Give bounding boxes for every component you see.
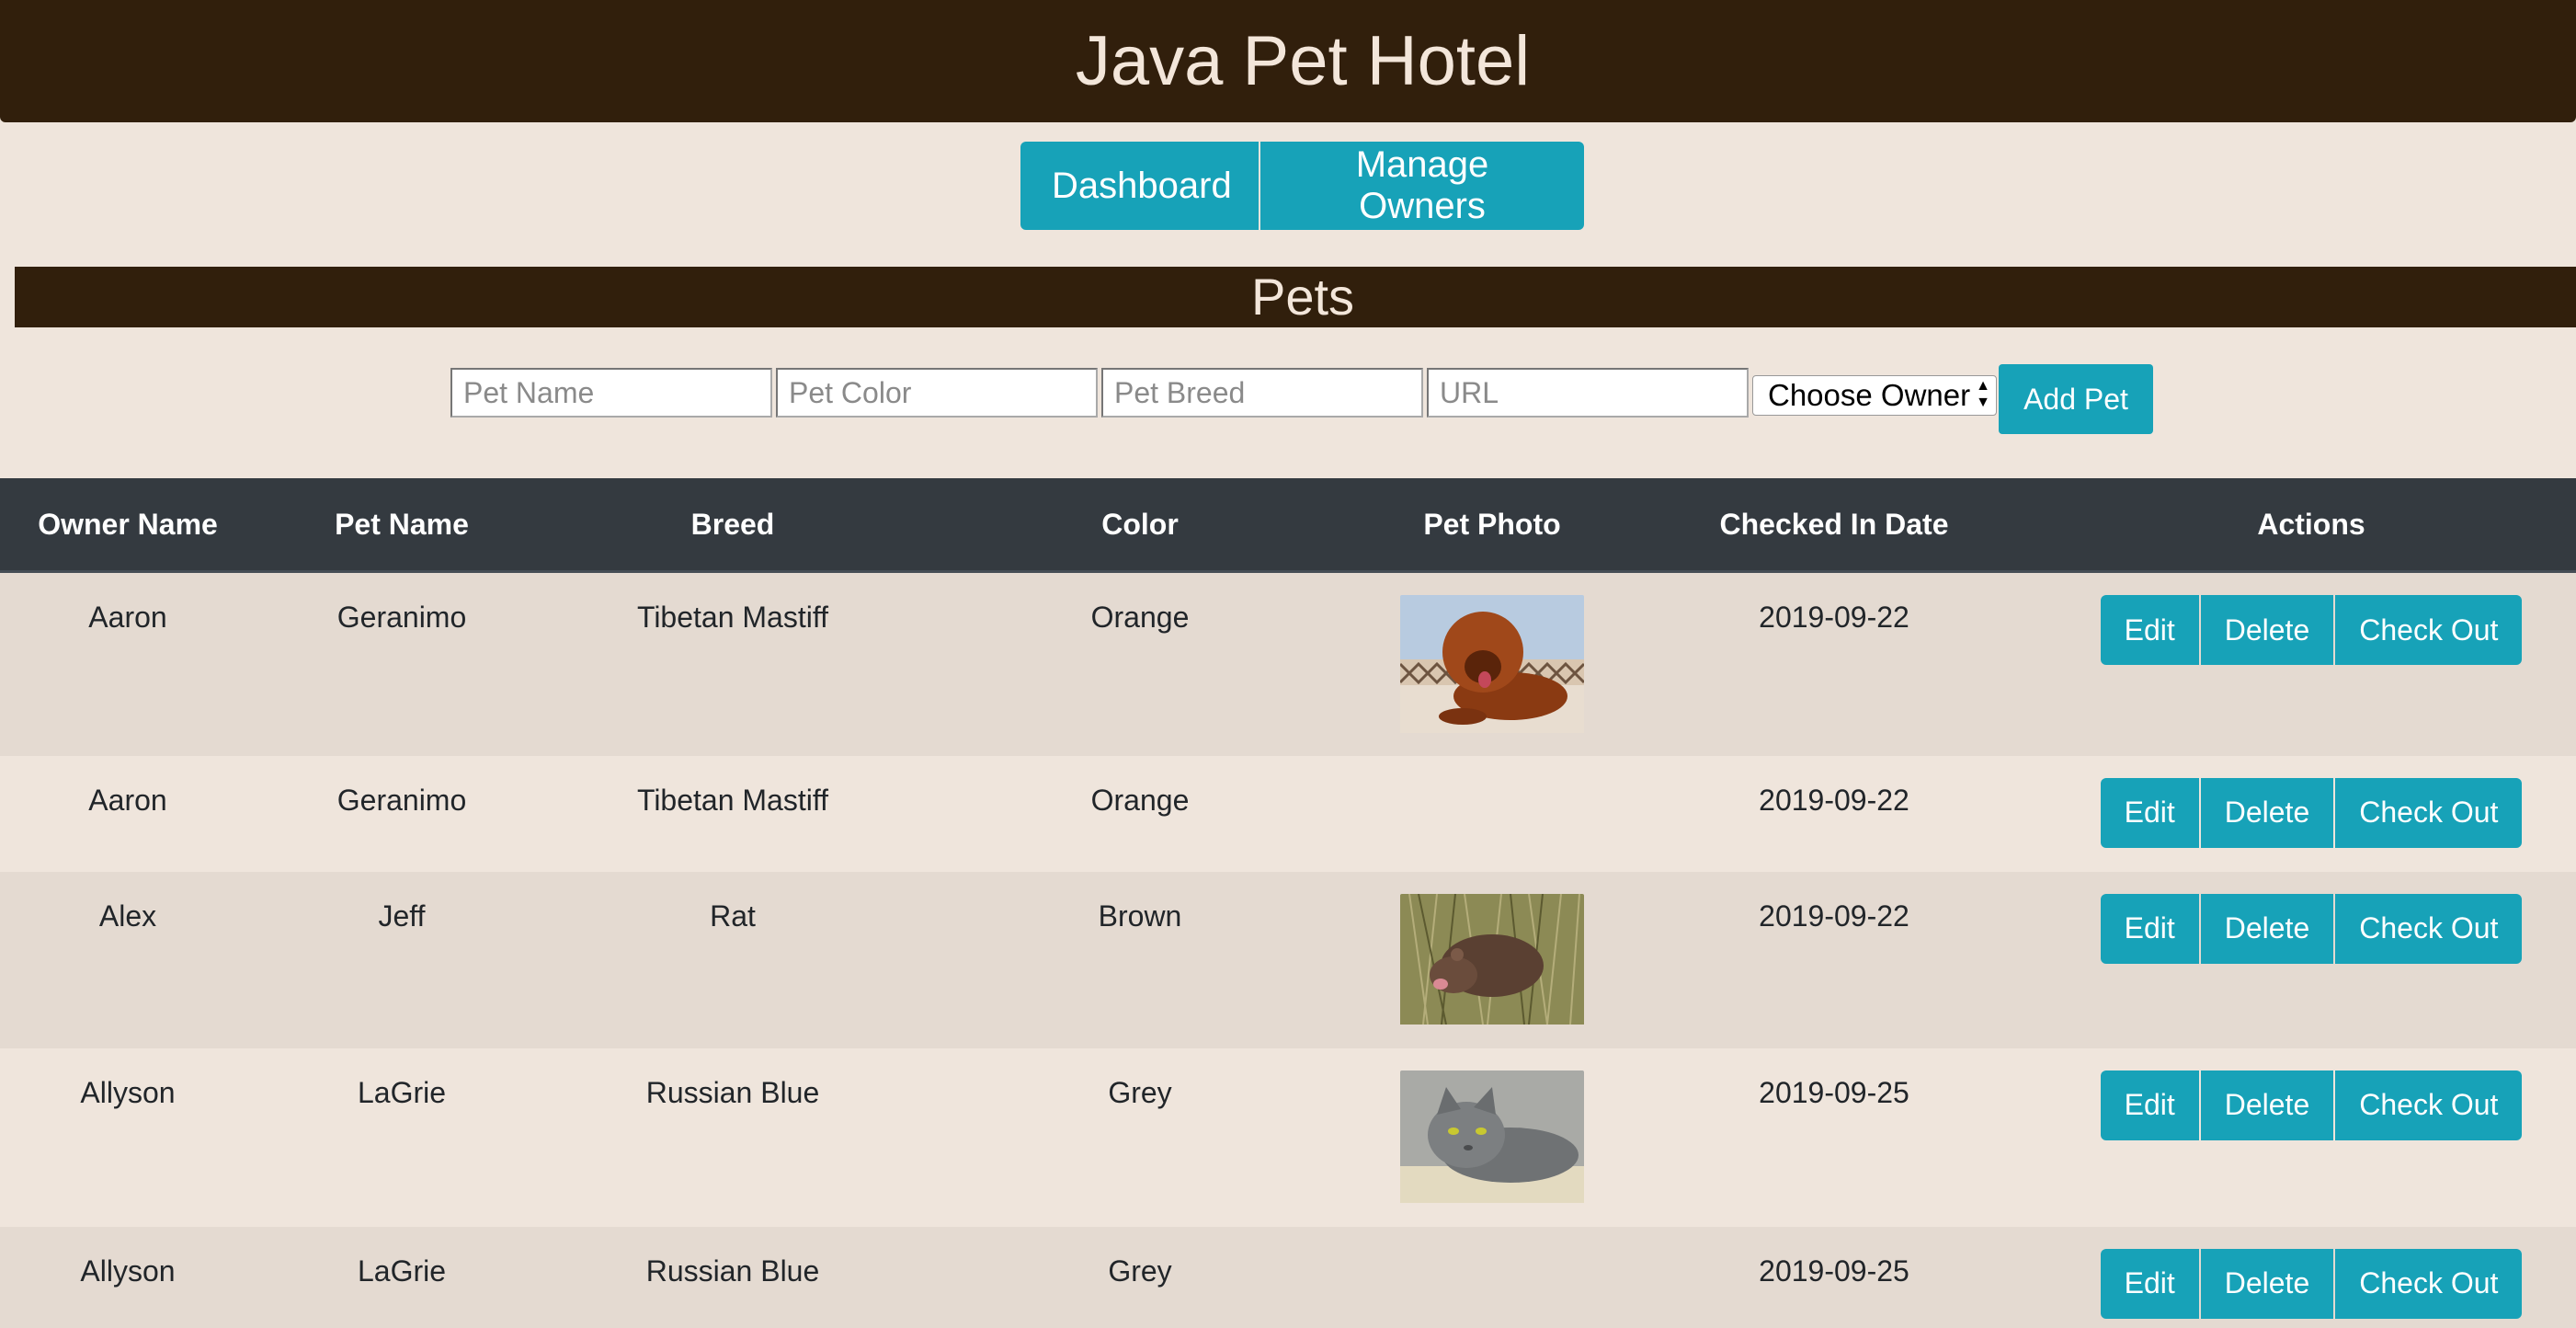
- owner-name-cell: Aaron: [88, 601, 167, 634]
- nav-button-group: Dashboard Manage Owners: [1020, 142, 1584, 230]
- checked-in-date-cell: 2019-09-22: [1759, 899, 1909, 933]
- column-header-owner-name: Owner Name: [0, 478, 256, 573]
- add-pet-button[interactable]: Add Pet: [1999, 364, 2153, 434]
- url-input[interactable]: [1427, 368, 1749, 418]
- column-header-pet-photo: Pet Photo: [1362, 478, 1622, 573]
- cat-photo: [1400, 1070, 1584, 1210]
- check-out-button[interactable]: Check Out: [2335, 595, 2523, 665]
- row-actions: Edit Delete Check Out: [2100, 1248, 2523, 1319]
- delete-button[interactable]: Delete: [2200, 893, 2334, 964]
- pet-name-cell: Geranimo: [336, 783, 467, 817]
- owner-name-cell: Alex: [98, 899, 157, 933]
- column-header-actions: Actions: [2046, 478, 2576, 573]
- edit-button[interactable]: Edit: [2100, 595, 2199, 665]
- pet-photo-cell-empty: [1362, 756, 1622, 872]
- pets-table: Owner Name Pet Name Breed Color Pet Phot…: [0, 478, 2576, 1328]
- edit-button[interactable]: Edit: [2100, 1070, 2199, 1140]
- color-cell: Brown: [1098, 899, 1182, 933]
- checked-in-date-cell: 2019-09-25: [1759, 1254, 1909, 1288]
- table-header-row: Owner Name Pet Name Breed Color Pet Phot…: [0, 478, 2576, 573]
- dashboard-button[interactable]: Dashboard: [1020, 142, 1259, 230]
- owner-select-value: Choose Owner: [1768, 378, 1971, 412]
- checked-in-date-cell: 2019-09-25: [1759, 1075, 1909, 1109]
- color-cell: Orange: [1090, 783, 1190, 817]
- breed-cell: Tibetan Mastiff: [636, 783, 829, 817]
- table-row: Allyson LaGrie Russian Blue Grey 2019-09…: [0, 1048, 2576, 1227]
- check-out-button[interactable]: Check Out: [2335, 777, 2523, 848]
- delete-button[interactable]: Delete: [2200, 1248, 2334, 1319]
- breed-cell: Tibetan Mastiff: [636, 601, 829, 634]
- pet-photo-cell-empty: [1362, 1227, 1622, 1328]
- delete-button[interactable]: Delete: [2200, 777, 2334, 848]
- pet-breed-input[interactable]: [1101, 368, 1423, 418]
- color-cell: Grey: [1108, 1254, 1172, 1288]
- row-actions: Edit Delete Check Out: [2100, 1070, 2523, 1140]
- row-actions: Edit Delete Check Out: [2100, 893, 2523, 964]
- table-row: Allyson LaGrie Russian Blue Grey 2019-09…: [0, 1226, 2576, 1328]
- check-out-button[interactable]: Check Out: [2335, 1070, 2523, 1140]
- section-title: Pets: [1250, 268, 1355, 326]
- rat-photo: [1400, 893, 1584, 1032]
- column-header-pet-name: Pet Name: [256, 478, 548, 573]
- table-row: Alex Jeff Rat Brown 2019-09-22 Edit Dele…: [0, 871, 2576, 1048]
- pet-name-cell: Jeff: [378, 899, 426, 933]
- owner-select[interactable]: Choose Owner ▲ ▼: [1752, 375, 1997, 416]
- manage-owners-button[interactable]: Manage Owners: [1260, 142, 1584, 230]
- owner-name-cell: Allyson: [80, 1075, 176, 1109]
- owner-name-cell: Aaron: [88, 783, 167, 817]
- color-cell: Grey: [1108, 1075, 1172, 1109]
- table-row: Aaron Geranimo Tibetan Mastiff Orange 20…: [0, 571, 2576, 756]
- dog-photo: [1400, 595, 1584, 740]
- pet-name-cell: LaGrie: [357, 1254, 447, 1288]
- color-cell: Orange: [1090, 601, 1190, 634]
- owner-name-cell: Allyson: [80, 1254, 176, 1288]
- column-header-color: Color: [918, 478, 1362, 573]
- edit-button[interactable]: Edit: [2100, 893, 2199, 964]
- breed-cell: Russian Blue: [645, 1254, 820, 1288]
- edit-button[interactable]: Edit: [2100, 777, 2199, 848]
- checked-in-date-cell: 2019-09-22: [1759, 601, 1909, 634]
- edit-button[interactable]: Edit: [2100, 1248, 2199, 1319]
- delete-button[interactable]: Delete: [2200, 595, 2334, 665]
- breed-cell: Russian Blue: [645, 1075, 820, 1109]
- row-actions: Edit Delete Check Out: [2100, 595, 2523, 665]
- pet-name-input[interactable]: [450, 368, 772, 418]
- row-actions: Edit Delete Check Out: [2100, 777, 2523, 848]
- check-out-button[interactable]: Check Out: [2335, 1248, 2523, 1319]
- pet-color-input[interactable]: [776, 368, 1098, 418]
- delete-button[interactable]: Delete: [2200, 1070, 2334, 1140]
- column-header-breed: Breed: [548, 478, 918, 573]
- app-title: Java Pet Hotel: [1075, 22, 1531, 100]
- pet-name-cell: LaGrie: [357, 1075, 447, 1109]
- column-header-checked-in-date: Checked In Date: [1622, 478, 2046, 573]
- pet-name-cell: Geranimo: [336, 601, 467, 634]
- table-row: Aaron Geranimo Tibetan Mastiff Orange 20…: [0, 755, 2576, 872]
- checked-in-date-cell: 2019-09-22: [1759, 783, 1909, 817]
- breed-cell: Rat: [710, 899, 756, 933]
- check-out-button[interactable]: Check Out: [2335, 893, 2523, 964]
- select-arrows-icon: ▲ ▼: [1976, 378, 1990, 410]
